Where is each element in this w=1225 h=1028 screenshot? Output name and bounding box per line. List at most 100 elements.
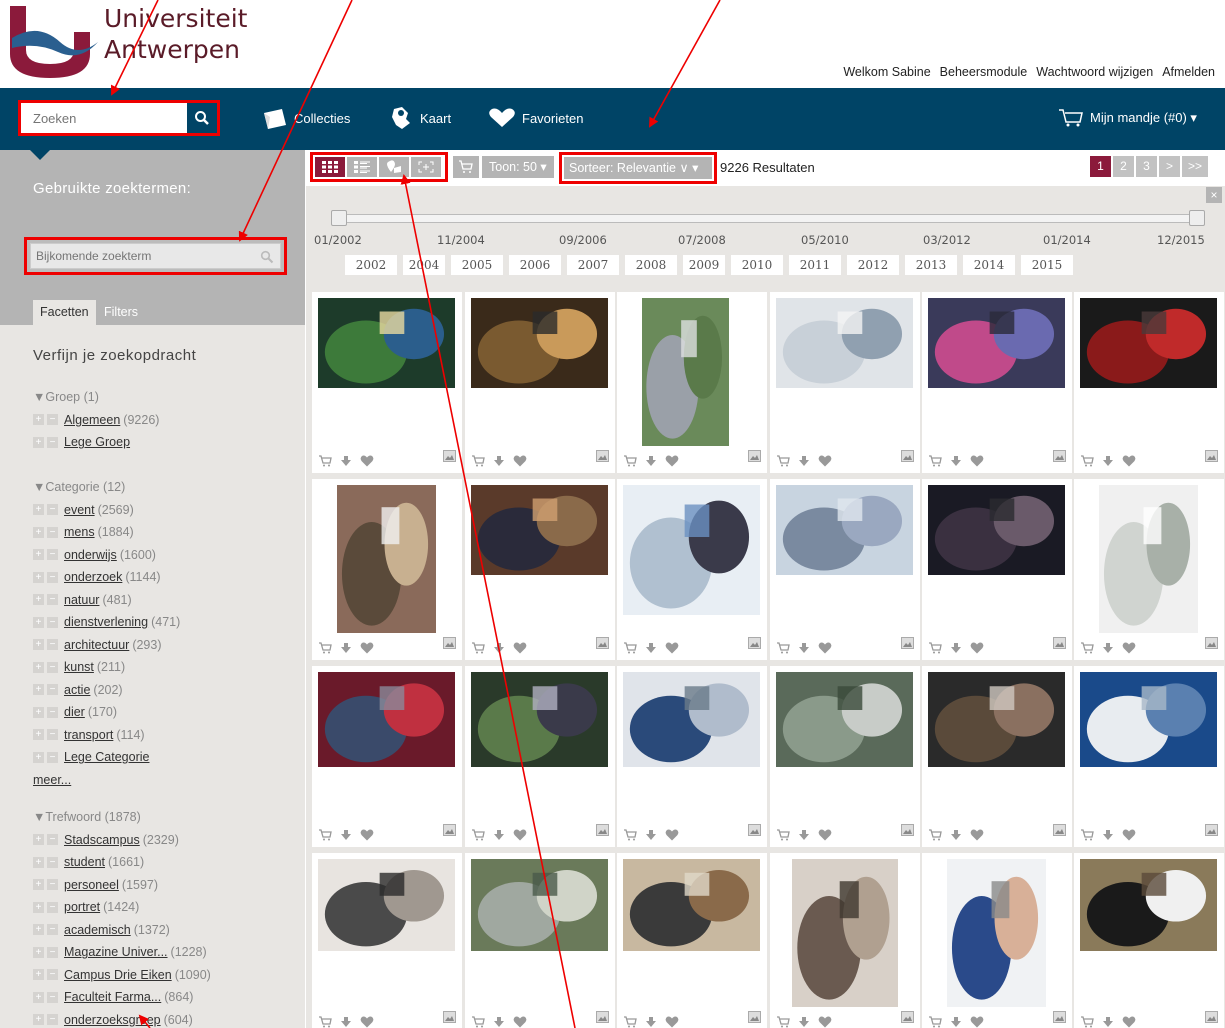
- exclude-facet-icon[interactable]: −: [47, 991, 58, 1003]
- search-button[interactable]: [187, 103, 217, 133]
- heart-icon[interactable]: [970, 1016, 984, 1028]
- cart-icon[interactable]: [1080, 1016, 1094, 1028]
- facet-group-header[interactable]: ▼Groep (1): [33, 386, 159, 409]
- heart-icon[interactable]: [513, 642, 527, 654]
- download-icon[interactable]: [798, 642, 810, 654]
- cart-icon[interactable]: [928, 455, 942, 467]
- cart-icon[interactable]: [318, 1016, 332, 1028]
- page-2-button[interactable]: 2: [1113, 156, 1134, 177]
- cart-icon[interactable]: [318, 642, 332, 654]
- search-input[interactable]: [21, 103, 189, 133]
- facet-link[interactable]: Magazine Univer...: [64, 945, 168, 959]
- list-view-button[interactable]: [347, 157, 377, 177]
- timeline-year-button[interactable]: 2013: [905, 255, 957, 275]
- heart-icon[interactable]: [1122, 829, 1136, 841]
- logout-link[interactable]: Afmelden: [1162, 65, 1215, 79]
- facet-link[interactable]: Stadscampus: [64, 833, 140, 847]
- download-icon[interactable]: [645, 829, 657, 841]
- cart-icon[interactable]: [776, 1016, 790, 1028]
- heart-icon[interactable]: [818, 829, 832, 841]
- include-facet-icon[interactable]: +: [33, 436, 44, 448]
- extra-term-input[interactable]: [30, 243, 281, 269]
- thumbnail-photo[interactable]: [928, 672, 1065, 767]
- timeline-year-button[interactable]: 2014: [963, 255, 1015, 275]
- heart-icon[interactable]: [360, 455, 374, 467]
- facet-link[interactable]: architectuur: [64, 638, 129, 652]
- next-page-button[interactable]: >: [1159, 156, 1180, 177]
- thumbnail-photo[interactable]: [928, 298, 1065, 388]
- timeline-year-button[interactable]: 2015: [1021, 255, 1073, 275]
- exclude-facet-icon[interactable]: −: [47, 1014, 58, 1026]
- heart-icon[interactable]: [970, 642, 984, 654]
- cart-icon[interactable]: [1080, 642, 1094, 654]
- heart-icon[interactable]: [818, 455, 832, 467]
- facet-link[interactable]: dienstverlening: [64, 615, 148, 629]
- exclude-facet-icon[interactable]: −: [47, 504, 58, 516]
- change-password-link[interactable]: Wachtwoord wijzigen: [1036, 65, 1153, 79]
- download-icon[interactable]: [798, 455, 810, 467]
- thumbnail-photo[interactable]: [642, 298, 729, 446]
- facet-link[interactable]: natuur: [64, 593, 99, 607]
- exclude-facet-icon[interactable]: −: [47, 414, 58, 426]
- exclude-facet-icon[interactable]: −: [47, 879, 58, 891]
- nav-collections[interactable]: Collecties: [262, 104, 350, 132]
- cart-icon[interactable]: [776, 829, 790, 841]
- include-facet-icon[interactable]: +: [33, 571, 44, 583]
- facet-link[interactable]: Lege Groep: [64, 435, 130, 449]
- cart-icon[interactable]: [623, 829, 637, 841]
- cart-icon[interactable]: [928, 1016, 942, 1028]
- download-icon[interactable]: [798, 1016, 810, 1028]
- exclude-facet-icon[interactable]: −: [47, 639, 58, 651]
- include-facet-icon[interactable]: +: [33, 504, 44, 516]
- include-facet-icon[interactable]: +: [33, 1014, 44, 1026]
- facet-link[interactable]: event: [64, 503, 95, 517]
- exclude-facet-icon[interactable]: −: [47, 856, 58, 868]
- cart-icon[interactable]: [623, 642, 637, 654]
- download-icon[interactable]: [645, 642, 657, 654]
- thumbnail-photo[interactable]: [318, 859, 455, 951]
- download-icon[interactable]: [950, 642, 962, 654]
- download-icon[interactable]: [950, 829, 962, 841]
- add-to-cart-all-button[interactable]: [453, 156, 479, 178]
- include-facet-icon[interactable]: +: [33, 879, 44, 891]
- exclude-facet-icon[interactable]: −: [47, 526, 58, 538]
- download-icon[interactable]: [340, 829, 352, 841]
- timeline-year-button[interactable]: 2010: [731, 255, 783, 275]
- exclude-facet-icon[interactable]: −: [47, 571, 58, 583]
- timeline-year-button[interactable]: 2004: [403, 255, 445, 275]
- thumbnail-photo[interactable]: [623, 485, 760, 615]
- facet-link[interactable]: transport: [64, 728, 113, 742]
- include-facet-icon[interactable]: +: [33, 856, 44, 868]
- thumbnail-photo[interactable]: [1080, 859, 1217, 951]
- nav-cart[interactable]: Mijn mandje (#0) ▾: [1058, 104, 1197, 132]
- thumbnail-photo[interactable]: [928, 485, 1065, 575]
- heart-icon[interactable]: [513, 1016, 527, 1028]
- facet-link[interactable]: actie: [64, 683, 90, 697]
- download-icon[interactable]: [340, 642, 352, 654]
- heart-icon[interactable]: [818, 642, 832, 654]
- thumbnail-photo[interactable]: [318, 672, 455, 767]
- page-1-button[interactable]: 1: [1090, 156, 1111, 177]
- thumbnail-photo[interactable]: [471, 485, 608, 575]
- cart-icon[interactable]: [776, 455, 790, 467]
- timeline-year-button[interactable]: 2002: [345, 255, 397, 275]
- download-icon[interactable]: [645, 1016, 657, 1028]
- thumbnail-photo[interactable]: [1080, 672, 1217, 767]
- exclude-facet-icon[interactable]: −: [47, 751, 58, 763]
- facet-link[interactable]: portret: [64, 900, 100, 914]
- facet-link[interactable]: Algemeen: [64, 413, 120, 427]
- heart-icon[interactable]: [360, 642, 374, 654]
- heart-icon[interactable]: [665, 455, 679, 467]
- exclude-facet-icon[interactable]: −: [47, 901, 58, 913]
- download-icon[interactable]: [493, 829, 505, 841]
- download-icon[interactable]: [798, 829, 810, 841]
- thumbnail-photo[interactable]: [1080, 298, 1217, 388]
- more-link[interactable]: meer...: [33, 769, 180, 792]
- facet-link[interactable]: Campus Drie Eiken: [64, 968, 172, 982]
- cart-icon[interactable]: [928, 642, 942, 654]
- facet-link[interactable]: onderzoek: [64, 570, 122, 584]
- include-facet-icon[interactable]: +: [33, 549, 44, 561]
- include-facet-icon[interactable]: +: [33, 924, 44, 936]
- download-icon[interactable]: [493, 455, 505, 467]
- timeline-year-button[interactable]: 2006: [509, 255, 561, 275]
